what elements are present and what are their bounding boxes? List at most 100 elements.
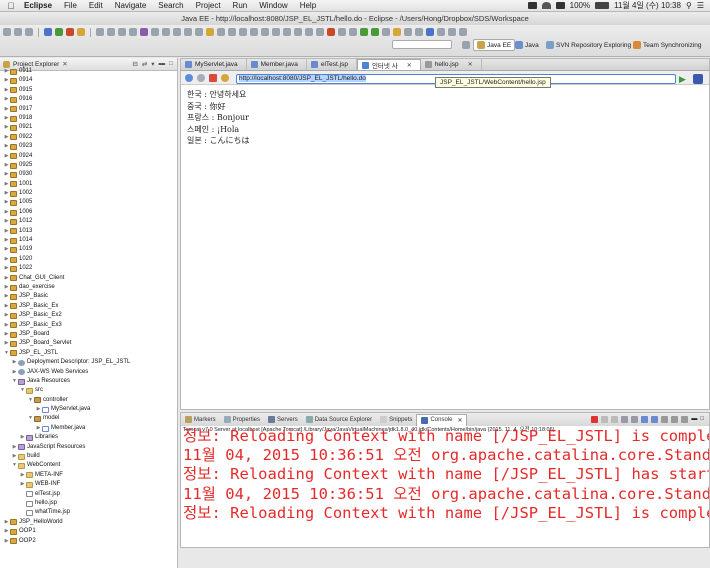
collapsed-arrow-icon[interactable]: ▶ bbox=[11, 368, 18, 377]
tree-item[interactable]: ▼ JSP_EL_JSTL bbox=[0, 349, 177, 358]
collapsed-arrow-icon[interactable]: ▶ bbox=[3, 123, 10, 132]
collapsed-arrow-icon[interactable]: ▶ bbox=[3, 321, 10, 330]
tree-item[interactable]: ▶ 0923 bbox=[0, 142, 177, 151]
tab-servers[interactable]: Servers bbox=[264, 414, 302, 426]
tree-item[interactable]: ▶ 0914 bbox=[0, 76, 177, 85]
tree-item[interactable]: ▶ JSP_Basic bbox=[0, 292, 177, 301]
quick-access-input[interactable] bbox=[392, 40, 452, 49]
server-icon[interactable] bbox=[44, 28, 52, 36]
collapsed-arrow-icon[interactable]: ▶ bbox=[3, 95, 10, 104]
collapsed-arrow-icon[interactable]: ▶ bbox=[3, 274, 10, 283]
tree-item[interactable]: ▶ JSP_Basic_Ex3 bbox=[0, 321, 177, 330]
open-perspective-icon[interactable] bbox=[462, 41, 470, 49]
collapsed-arrow-icon[interactable]: ▶ bbox=[3, 245, 10, 254]
browser-menu-icon[interactable] bbox=[693, 74, 703, 84]
toggle-icon[interactable] bbox=[184, 28, 192, 36]
tree-item[interactable]: ▶ JSP_Board bbox=[0, 330, 177, 339]
perspective-java[interactable]: Java bbox=[512, 39, 542, 51]
tab-data-source-explorer[interactable]: Data Source Explorer bbox=[302, 414, 376, 426]
arrow-icon[interactable] bbox=[261, 28, 269, 36]
compare-icon[interactable] bbox=[228, 28, 236, 36]
collapsed-arrow-icon[interactable]: ▶ bbox=[3, 330, 10, 339]
refresh-icon[interactable] bbox=[221, 73, 229, 82]
back-icon[interactable] bbox=[185, 73, 193, 82]
tree-item[interactable]: ▶ 1005 bbox=[0, 198, 177, 207]
tree-item[interactable]: ▶ JSP_Board_Servlet bbox=[0, 339, 177, 348]
tree-item[interactable]: ▶ OOP2 bbox=[0, 537, 177, 546]
task-icon[interactable] bbox=[162, 28, 170, 36]
collapsed-arrow-icon[interactable]: ▶ bbox=[19, 433, 26, 442]
collapsed-arrow-icon[interactable]: ▶ bbox=[3, 152, 10, 161]
forward-icon[interactable] bbox=[197, 73, 205, 82]
history-icon[interactable] bbox=[217, 28, 225, 36]
tree-item[interactable]: ▼ model bbox=[0, 414, 177, 423]
tree-item[interactable]: ▶ Member.java bbox=[0, 424, 177, 433]
collapsed-arrow-icon[interactable]: ▶ bbox=[3, 217, 10, 226]
collapsed-arrow-icon[interactable]: ▶ bbox=[3, 86, 10, 95]
perspective-javaee[interactable]: Java EE bbox=[473, 39, 516, 51]
show-stdout-icon[interactable] bbox=[641, 416, 649, 423]
tree-item[interactable]: ▼ WebContent bbox=[0, 461, 177, 470]
forward-icon[interactable] bbox=[459, 28, 467, 36]
tab-snippets[interactable]: Snippets bbox=[376, 414, 416, 426]
apple-icon[interactable]:  bbox=[4, 1, 18, 11]
tree-item[interactable]: ▶ 1001 bbox=[0, 180, 177, 189]
clear-console-icon[interactable] bbox=[621, 416, 629, 423]
menu-project[interactable]: Project bbox=[196, 1, 221, 10]
tree-item[interactable]: ▼ controller bbox=[0, 396, 177, 405]
tree-item[interactable]: ▶ build bbox=[0, 452, 177, 461]
close-icon[interactable]: ✕ bbox=[62, 60, 67, 68]
external-tools-icon[interactable] bbox=[382, 28, 390, 36]
close-icon[interactable]: ✕ bbox=[407, 62, 412, 69]
stop-icon[interactable] bbox=[209, 73, 217, 82]
tree-item[interactable]: ▶ Chat_GUI_Client bbox=[0, 274, 177, 283]
paste-icon[interactable] bbox=[118, 28, 126, 36]
collapsed-arrow-icon[interactable]: ▶ bbox=[3, 264, 10, 273]
tab-properties[interactable]: Properties bbox=[220, 414, 264, 426]
highlight-icon[interactable] bbox=[206, 28, 214, 36]
maximize-icon[interactable]: □ bbox=[700, 416, 704, 423]
collapsed-arrow-icon[interactable]: ▶ bbox=[3, 292, 10, 301]
app-menu[interactable]: Eclipse bbox=[24, 1, 52, 10]
collapsed-arrow-icon[interactable]: ▶ bbox=[19, 480, 26, 489]
remove-launch-icon[interactable] bbox=[601, 416, 609, 423]
collapsed-arrow-icon[interactable]: ▶ bbox=[11, 452, 18, 461]
collapsed-arrow-icon[interactable]: ▶ bbox=[3, 518, 10, 527]
tree-item[interactable]: ▶ 0921 bbox=[0, 123, 177, 132]
run-as-icon[interactable] bbox=[360, 28, 368, 36]
tree-item[interactable]: ▶ JSP_Basic_Ex bbox=[0, 302, 177, 311]
menu-run[interactable]: Run bbox=[233, 1, 248, 10]
collapsed-arrow-icon[interactable]: ▶ bbox=[3, 180, 10, 189]
editor-tab[interactable]: 인터넷 사 ✕ bbox=[356, 59, 421, 70]
menubar-clock[interactable]: 11월 4일 (수) 10:38 bbox=[614, 0, 681, 11]
tree-item[interactable]: whatTime.jsp bbox=[0, 508, 177, 517]
close-icon[interactable]: ✕ bbox=[468, 61, 473, 68]
remove-all-icon[interactable] bbox=[611, 416, 619, 423]
collapsed-arrow-icon[interactable]: ▶ bbox=[3, 133, 10, 142]
step-icon[interactable] bbox=[349, 28, 357, 36]
unlink-icon[interactable] bbox=[283, 28, 291, 36]
minimize-icon[interactable]: ▬ bbox=[159, 60, 166, 68]
error-icon[interactable] bbox=[327, 28, 335, 36]
collapsed-arrow-icon[interactable]: ▶ bbox=[3, 189, 10, 198]
tree-item[interactable]: ▶ OOP1 bbox=[0, 527, 177, 536]
tree-item[interactable]: ▶ Libraries bbox=[0, 433, 177, 442]
tree-item[interactable]: ▶ 1020 bbox=[0, 255, 177, 264]
open-task-icon[interactable] bbox=[404, 28, 412, 36]
expanded-arrow-icon[interactable]: ▼ bbox=[11, 377, 18, 386]
notification-icon[interactable]: ☰ bbox=[697, 1, 704, 10]
save-icon[interactable] bbox=[14, 28, 22, 36]
search-icon[interactable]: ⚲ bbox=[686, 1, 692, 10]
previous-edit-icon[interactable] bbox=[437, 28, 445, 36]
pin-icon[interactable] bbox=[316, 28, 324, 36]
search-tool-icon[interactable] bbox=[239, 28, 247, 36]
editor-tab[interactable]: elTest.jsp bbox=[307, 59, 357, 70]
tree-item[interactable]: ▶ 0922 bbox=[0, 133, 177, 142]
copy-icon[interactable] bbox=[107, 28, 115, 36]
tree-item[interactable]: ▶ 0917 bbox=[0, 105, 177, 114]
expanded-arrow-icon[interactable]: ▼ bbox=[11, 461, 18, 470]
wifi-icon[interactable] bbox=[541, 2, 551, 9]
tree-item[interactable]: ▶ Deployment Descriptor: JSP_EL_JSTL bbox=[0, 358, 177, 367]
collapsed-arrow-icon[interactable]: ▶ bbox=[35, 405, 42, 414]
tree-item[interactable]: ▶ 0916 bbox=[0, 95, 177, 104]
